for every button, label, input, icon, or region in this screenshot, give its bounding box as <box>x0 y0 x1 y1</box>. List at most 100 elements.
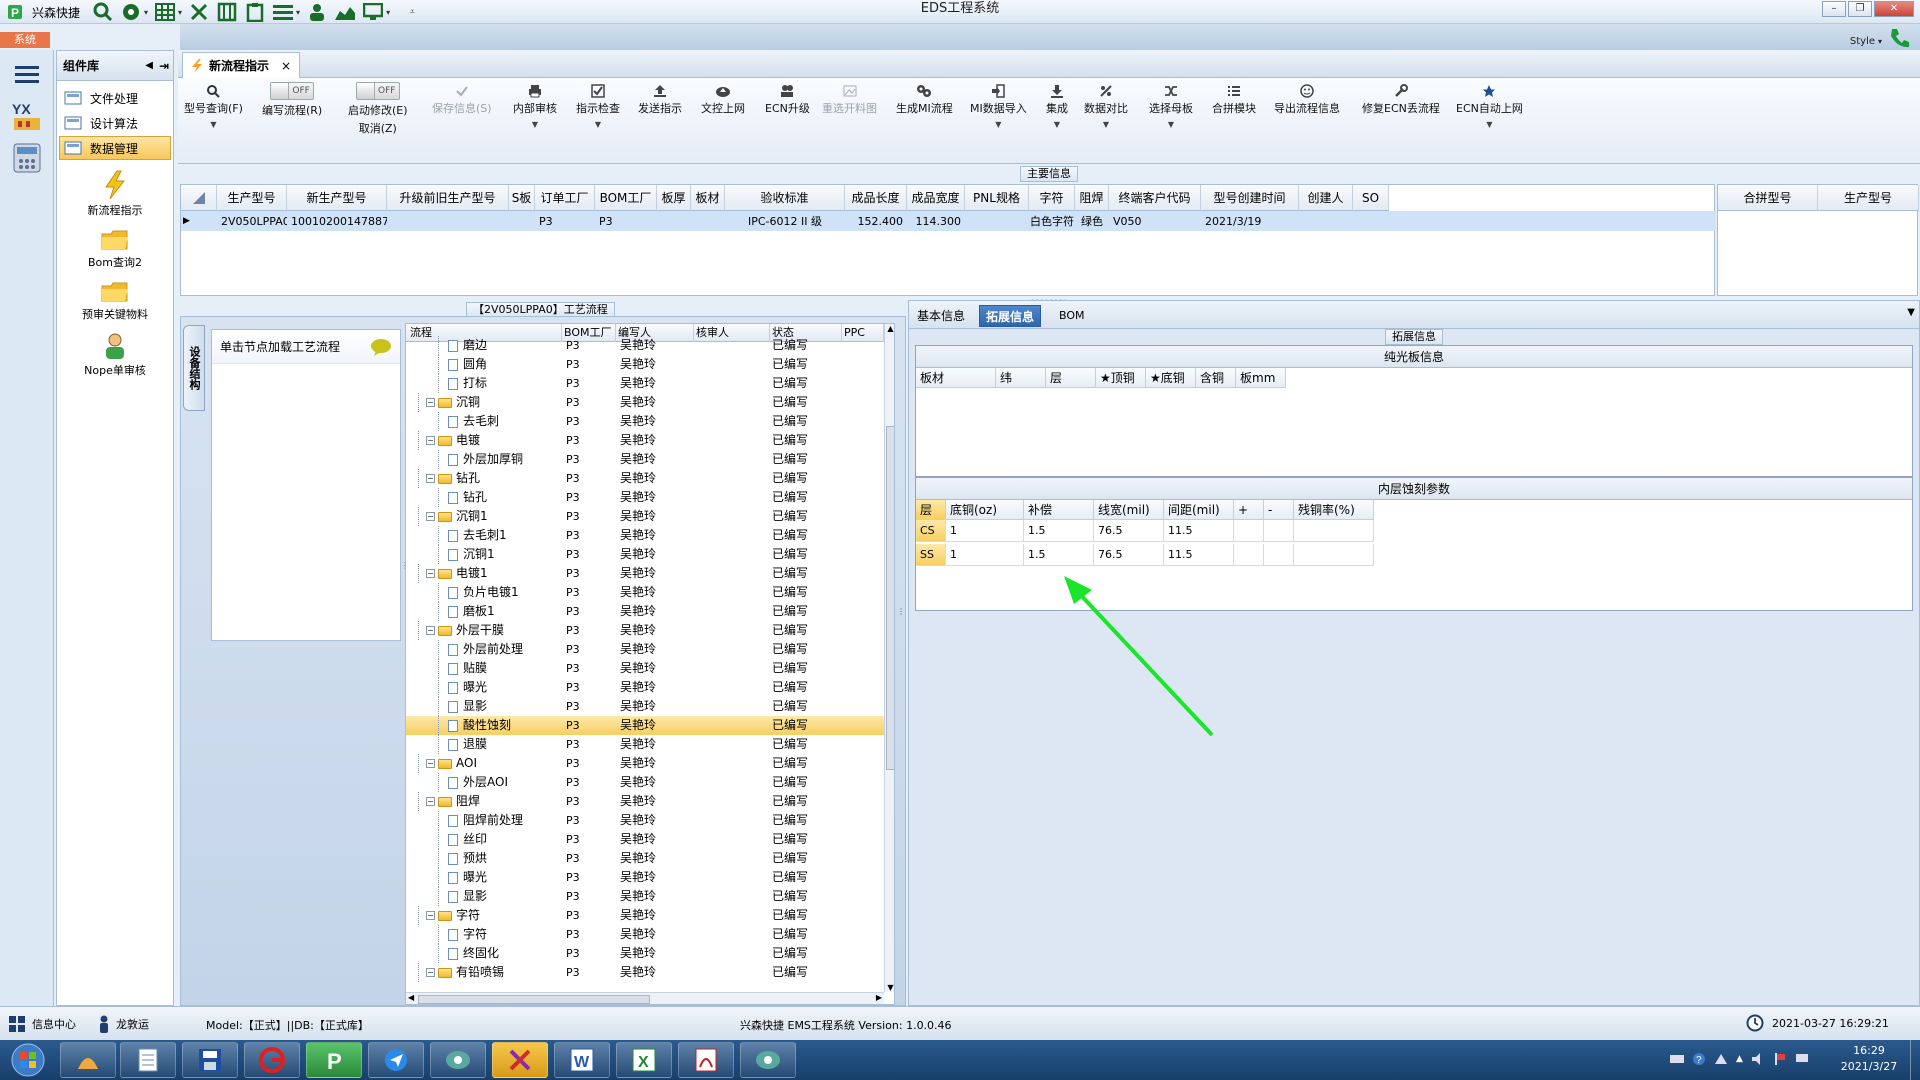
tab-bom[interactable]: BOM <box>1053 305 1091 327</box>
tree-row[interactable]: 曝光 P3 吴艳玲 已编写 <box>406 868 884 887</box>
save-info-button[interactable]: 保存信息(S) <box>432 82 492 116</box>
grid-cell[interactable] <box>1353 211 1389 231</box>
tree-node-cell[interactable]: 丝印 <box>408 830 562 849</box>
tree-row[interactable]: 负片电镀1 P3 吴艳玲 已编写 <box>406 583 884 602</box>
tree-row[interactable]: 显影 P3 吴艳玲 已编写 <box>406 697 884 716</box>
grid-cell[interactable] <box>509 211 535 231</box>
chevron-down-icon[interactable]: ▼ <box>210 120 216 129</box>
clipboard-icon[interactable] <box>244 2 266 22</box>
grid-cell[interactable] <box>387 211 509 231</box>
start-modify-toggle[interactable]: OFF <box>355 82 400 100</box>
grid-cell[interactable]: V050 <box>1109 211 1201 231</box>
tree-node-cell[interactable]: 终固化 <box>408 944 562 963</box>
mi-data-import-button[interactable]: MI数据导入 ▼ <box>970 82 1027 129</box>
tree-row[interactable]: 酸性蚀刻 P3 吴艳玲 已编写 <box>406 716 884 735</box>
chevron-down-icon[interactable]: ▼ <box>595 120 601 129</box>
bare-board-column-header[interactable]: 纬 <box>996 368 1046 388</box>
tree-node-cell[interactable]: 外层前处理 <box>408 640 562 659</box>
taskbar-app-pdf-icon[interactable] <box>678 1042 734 1078</box>
grid-cell[interactable]: P3 <box>595 211 657 231</box>
tree-node-cell[interactable]: 曝光 <box>408 678 562 697</box>
grid-cell[interactable]: 2V050LPPA0 <box>217 211 287 231</box>
grid-column-header[interactable]: 合拼型号 <box>1718 185 1818 211</box>
scroll-right-icon[interactable]: ▶ <box>876 993 882 1002</box>
close-button[interactable]: ✕ <box>1874 1 1914 17</box>
user-icon[interactable] <box>306 2 328 22</box>
grid-cell[interactable]: 2021/3/19 <box>1201 211 1299 231</box>
scrollbar-thumb[interactable] <box>886 426 894 770</box>
tool-new-flow-instruction[interactable]: 新流程指示 <box>57 170 173 218</box>
grid-column-header[interactable]: 阻焊 <box>1075 185 1109 211</box>
tree-row[interactable]: 终固化 P3 吴艳玲 已编写 <box>406 944 884 963</box>
tree-row[interactable]: 打标 P3 吴艳玲 已编写 <box>406 374 884 393</box>
menu-item-data-management[interactable]: 数据管理 <box>59 136 171 160</box>
tree-expand-icon[interactable]: − <box>426 626 435 635</box>
taskbar-clock[interactable]: 16:29 2021/3/27 <box>1832 1043 1906 1075</box>
tree-row[interactable]: − 有铅喷锡 P3 吴艳玲 已编写 <box>406 963 884 982</box>
maximize-button[interactable]: ❐ <box>1848 1 1872 17</box>
splitter-grip[interactable]: ⋮ <box>897 607 905 616</box>
tree-row[interactable]: − 阻焊 P3 吴艳玲 已编写 <box>406 792 884 811</box>
grid-cell[interactable]: 152.400 <box>845 211 907 231</box>
tree-node-cell[interactable]: 沉铜1 <box>408 545 562 564</box>
show-desktop-button[interactable] <box>1910 1040 1920 1080</box>
write-flow-toggle[interactable]: OFF <box>270 82 315 100</box>
inner-etch-cell[interactable]: 1 <box>946 520 1024 542</box>
ecn-upgrade-button[interactable]: ECN升级 <box>765 82 810 116</box>
grid-column-header[interactable]: 板材 <box>691 185 725 211</box>
hamburger-menu-icon[interactable] <box>7 56 47 92</box>
scroll-down-icon[interactable]: ▼ <box>885 983 894 992</box>
tool-nope-review[interactable]: Nope单审核 <box>57 332 173 378</box>
tree-node-cell[interactable]: − 电镀 <box>408 431 562 450</box>
taskbar-app-eds-icon[interactable]: P <box>306 1042 362 1078</box>
taskbar-app-save-icon[interactable] <box>182 1042 238 1078</box>
tree-node-cell[interactable]: 磨边 <box>408 336 562 355</box>
cancel-modify-button[interactable]: 取消(Z) <box>359 120 397 136</box>
scissors-icon[interactable] <box>188 2 210 22</box>
inner-etch-column-header[interactable]: 间距(mil) <box>1164 500 1234 520</box>
tree-node-cell[interactable]: − AOI <box>408 754 562 773</box>
chevron-down-icon[interactable]: ▼ <box>1103 120 1109 129</box>
tree-node-cell[interactable]: 磨板1 <box>408 602 562 621</box>
tree-node-cell[interactable]: 阻焊前处理 <box>408 811 562 830</box>
taskbar-app-x-icon[interactable] <box>492 1042 548 1078</box>
tree-row[interactable]: 去毛刺1 P3 吴艳玲 已编写 <box>406 526 884 545</box>
customize-quick-access-icon[interactable]: ⩡ <box>410 7 415 17</box>
tree-row[interactable]: 磨边 P3 吴艳玲 已编写 <box>406 336 884 355</box>
search-icon[interactable] <box>92 2 114 22</box>
grid-column-header[interactable]: 升级前旧生产型号 <box>387 185 509 211</box>
chevron-down-icon[interactable]: ▼ <box>1907 307 1915 318</box>
help-icon[interactable]: ? <box>1692 1052 1706 1066</box>
tree-expand-icon[interactable]: − <box>426 968 435 977</box>
tab-extended-info[interactable]: 拓展信息 <box>979 305 1042 327</box>
tray-expand-icon[interactable]: ▲ <box>1736 1054 1743 1064</box>
tree-node-cell[interactable]: − 字符 <box>408 906 562 925</box>
inner-etch-cell[interactable]: 11.5 <box>1164 520 1234 542</box>
keyboard-icon[interactable] <box>1670 1053 1684 1065</box>
tree-node-cell[interactable]: − 钻孔 <box>408 469 562 488</box>
tree-node-cell[interactable]: 负片电镀1 <box>408 583 562 602</box>
tree-row[interactable]: 退膜 P3 吴艳玲 已编写 <box>406 735 884 754</box>
inner-etch-column-header[interactable]: - <box>1264 500 1294 520</box>
chevron-down-icon[interactable]: ▼ <box>995 120 1001 129</box>
tree-expand-icon[interactable]: − <box>426 474 435 483</box>
taskbar-app-g-icon[interactable] <box>244 1042 300 1078</box>
tree-node-cell[interactable]: 酸性蚀刻 <box>408 716 562 735</box>
tree-node-cell[interactable]: 字符 <box>408 925 562 944</box>
tree-node-cell[interactable]: 曝光 <box>408 868 562 887</box>
grid-cell[interactable] <box>1299 211 1353 231</box>
grid-cell[interactable]: 10010200147887 <box>287 211 387 231</box>
inner-etch-cell[interactable]: CS <box>916 520 946 542</box>
tree-row[interactable]: 外层前处理 P3 吴艳玲 已编写 <box>406 640 884 659</box>
grid-cell[interactable] <box>691 211 725 231</box>
table-row[interactable]: ▶ 2V050LPPA0 10010200147887 P3 P3 IPC-6012 I… <box>181 211 1716 231</box>
tree-expand-icon[interactable]: − <box>426 398 435 407</box>
tree-node-cell[interactable]: 去毛刺1 <box>408 526 562 545</box>
tree-node-cell[interactable]: 外层加厚铜 <box>408 450 562 469</box>
taskbar-app-notepad-icon[interactable] <box>120 1042 176 1078</box>
compass-icon[interactable] <box>120 2 142 22</box>
inner-etch-cell[interactable] <box>1294 544 1374 566</box>
tree-node-cell[interactable]: − 沉铜 <box>408 393 562 412</box>
inner-etch-cell[interactable]: 76.5 <box>1094 544 1164 566</box>
volume-icon[interactable] <box>1751 1052 1765 1066</box>
